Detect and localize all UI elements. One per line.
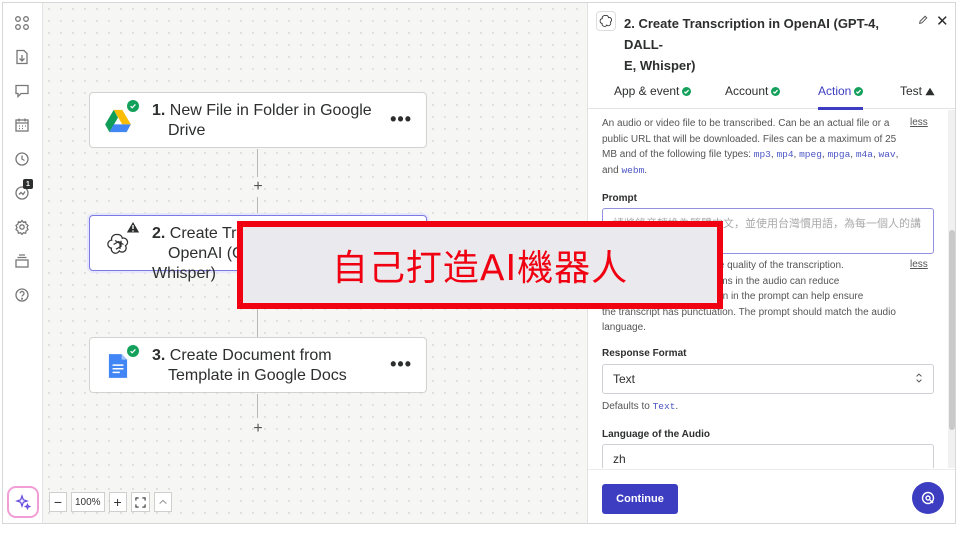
connector-line	[257, 197, 258, 215]
zoom-in-button[interactable]: +	[108, 492, 127, 512]
zoom-level: 100%	[71, 492, 105, 512]
support-chat-icon[interactable]	[912, 482, 944, 514]
left-rail: 1	[3, 3, 43, 523]
response-format-help: Defaults to Text.	[602, 401, 679, 412]
step-title: 1. New File in Folder in Google Drive	[152, 102, 372, 139]
step-more-menu[interactable]: •••	[390, 354, 412, 375]
close-icon[interactable]: ✕	[936, 12, 949, 30]
banner-text: 自己打造AI機器人	[331, 248, 629, 289]
zoom-controls: − 100% +	[49, 492, 172, 512]
apps-grid-icon[interactable]	[12, 13, 32, 33]
language-label: Language of the Audio	[602, 429, 710, 440]
panel-scrollbar[interactable]	[948, 110, 955, 468]
tab-test[interactable]: Test	[900, 73, 935, 109]
chat-icon[interactable]	[12, 81, 32, 101]
file-field-help: An audio or video file to be transcribed…	[602, 118, 899, 176]
prompt-label: Prompt	[602, 193, 637, 204]
step-ok-icon	[126, 344, 140, 358]
history-icon[interactable]	[12, 149, 32, 169]
step-more-menu[interactable]: •••	[390, 109, 412, 130]
tab-app-event[interactable]: App & event	[614, 73, 692, 109]
ai-sparkle-button[interactable]	[7, 486, 39, 518]
language-input[interactable]: zh	[602, 444, 934, 468]
less-toggle-link[interactable]: less	[910, 117, 928, 128]
stack-icon[interactable]	[12, 251, 32, 271]
continue-button[interactable]: Continue	[602, 484, 678, 514]
panel-header: 2. Create Transcription in OpenAI (GPT-4…	[588, 3, 955, 73]
settings-gear-icon[interactable]	[12, 217, 32, 237]
check-icon	[854, 86, 864, 96]
notification-badge: 1	[23, 179, 33, 189]
add-step-plus[interactable]: +	[251, 178, 265, 195]
connector-line	[257, 149, 258, 177]
workflow-step-3[interactable]: 3. Create Document from Template in Goog…	[89, 337, 427, 393]
warning-icon	[925, 87, 935, 95]
step-ok-icon	[126, 99, 140, 113]
add-step-plus[interactable]: +	[251, 420, 265, 437]
step-title: 3. Create Document from Template in Goog…	[152, 347, 347, 384]
panel-tabs: App & event Account Action Test	[588, 73, 955, 110]
workflow-step-1[interactable]: 1. New File in Folder in Google Drive ••…	[89, 92, 427, 148]
fit-screen-icon[interactable]	[130, 492, 150, 512]
calendar-icon[interactable]	[12, 115, 32, 135]
chevron-up-icon[interactable]	[153, 492, 172, 512]
notifications-icon[interactable]: 1	[12, 179, 33, 203]
pencil-icon[interactable]	[918, 15, 928, 28]
response-format-label: Response Format	[602, 348, 687, 359]
panel-footer: Continue	[588, 469, 955, 523]
openai-icon	[596, 11, 616, 31]
app-window: 1 1. New File in Folder in Google Drive …	[2, 2, 956, 524]
connector-line	[257, 394, 258, 418]
sparkle-icon	[15, 494, 31, 510]
step-warning-icon	[125, 220, 141, 234]
tab-action[interactable]: Action	[818, 73, 864, 110]
select-arrows-icon	[915, 372, 923, 387]
response-format-select[interactable]: Text	[602, 364, 934, 394]
less-toggle-link[interactable]: less	[910, 259, 928, 270]
scrollbar-thumb[interactable]	[949, 230, 955, 430]
help-icon[interactable]	[12, 285, 32, 305]
zap-file-icon[interactable]	[12, 47, 32, 67]
check-icon	[682, 86, 692, 96]
panel-title: 2. Create Transcription in OpenAI (GPT-4…	[624, 16, 879, 73]
promo-banner: 自己打造AI機器人	[237, 221, 723, 309]
check-icon	[771, 86, 781, 96]
tab-account[interactable]: Account	[725, 73, 781, 109]
zoom-out-button[interactable]: −	[49, 492, 67, 512]
